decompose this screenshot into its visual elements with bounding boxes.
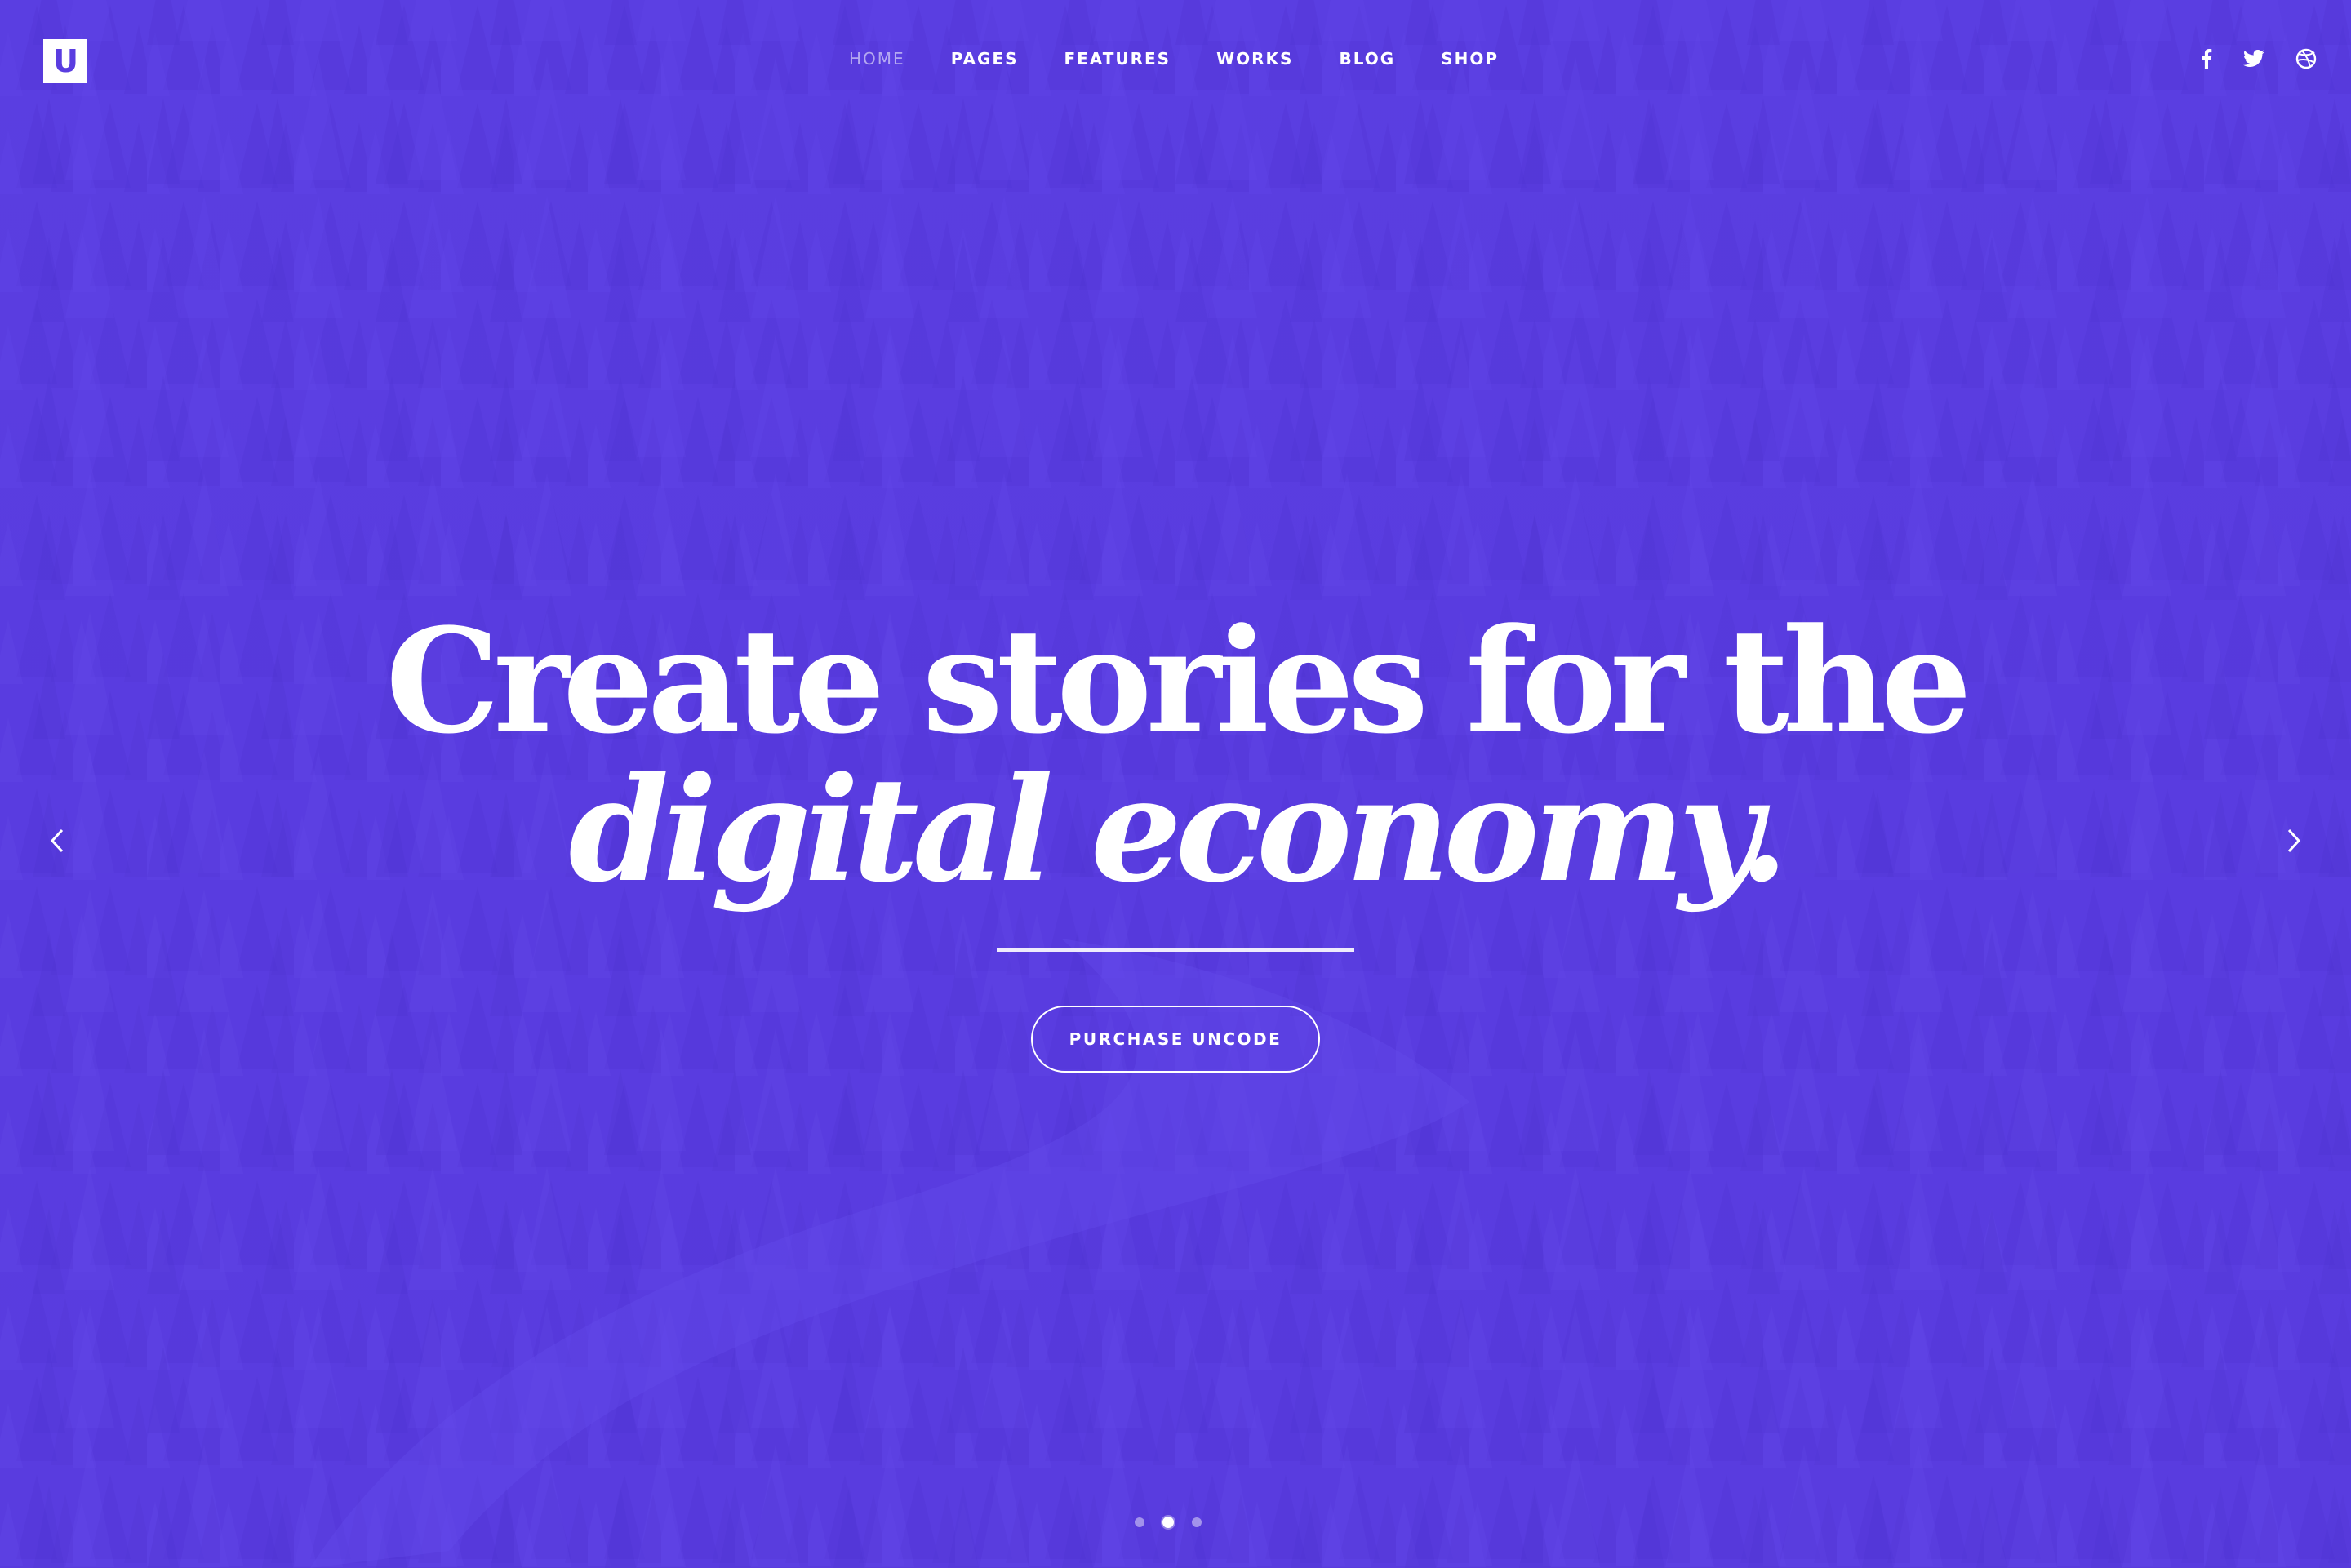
nav-item-features[interactable]: FEATURES [1064,46,1171,72]
headline-line-2: digital economy. [568,745,1789,914]
social-links [2201,46,2317,72]
main-navigation: HOME PAGES FEATURES WORKS BLOG SHOP [0,46,2351,72]
headline-divider [997,948,1354,952]
facebook-icon[interactable] [2201,49,2212,69]
nav-item-shop[interactable]: SHOP [1441,46,1499,72]
twitter-icon[interactable] [2243,50,2264,68]
hero-section: U HOME PAGES FEATURES WORKS BLOG SHOP Cr… [0,0,2351,1568]
purchase-uncode-button[interactable]: PURCHASE UNCODE [1031,1006,1320,1073]
nav-item-home[interactable]: HOME [849,46,905,72]
nav-item-pages[interactable]: PAGES [951,46,1019,72]
nav-item-blog[interactable]: BLOG [1339,46,1395,72]
nav-item-works[interactable]: WORKS [1216,46,1293,72]
hero-headline: Create stories for the digital economy. [0,604,2351,908]
headline-line-1: Create stories for the [385,597,1971,766]
slider-dot-3[interactable] [1192,1517,1202,1527]
dribbble-icon[interactable] [2295,48,2317,69]
slider-dot-1[interactable] [1135,1517,1144,1527]
slider-pagination [1135,1517,1202,1528]
slider-dot-2[interactable] [1162,1517,1174,1528]
